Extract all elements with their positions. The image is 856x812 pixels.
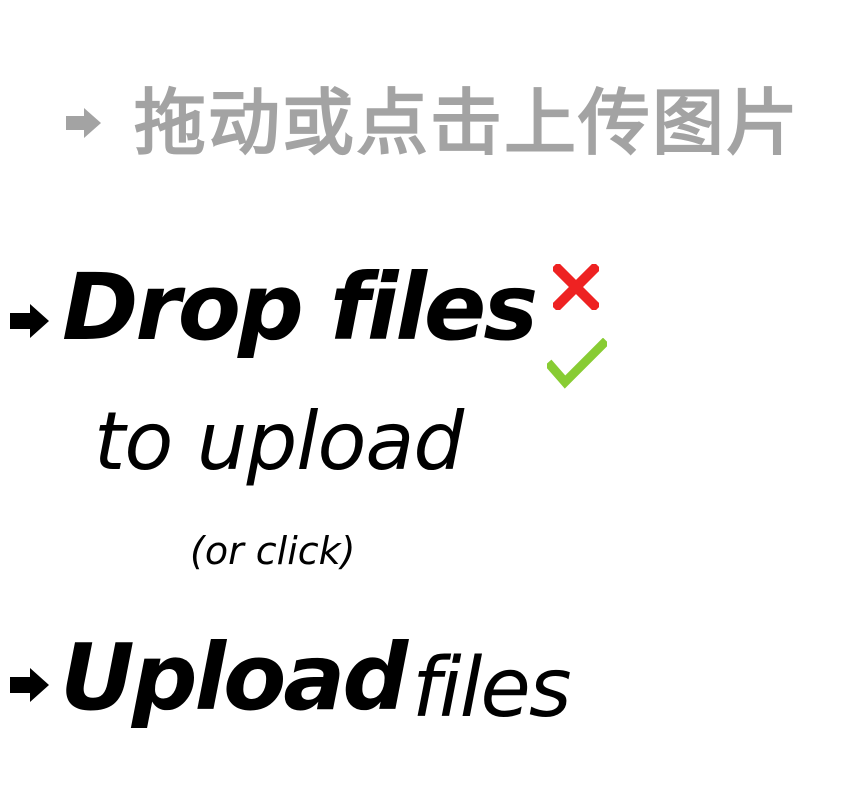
right-arrow-icon bbox=[10, 304, 49, 338]
checkmark-icon bbox=[547, 338, 607, 389]
right-arrow-icon bbox=[10, 668, 49, 702]
drop-files-click-hint[interactable]: (or click) bbox=[190, 532, 356, 570]
drop-files-title[interactable]: Drop files bbox=[62, 262, 538, 354]
upload-button-title[interactable]: Upload bbox=[60, 632, 408, 724]
upload-prompt-cn-text: 拖动或点击上传图片 bbox=[134, 81, 801, 165]
cross-icon bbox=[553, 264, 599, 310]
drop-files-subtitle: to upload bbox=[94, 395, 464, 488]
right-arrow-icon bbox=[66, 108, 101, 138]
upload-prompt-cn[interactable]: 拖动或点击上传图片 bbox=[64, 80, 800, 166]
upload-button-files-label[interactable]: files bbox=[412, 648, 572, 730]
